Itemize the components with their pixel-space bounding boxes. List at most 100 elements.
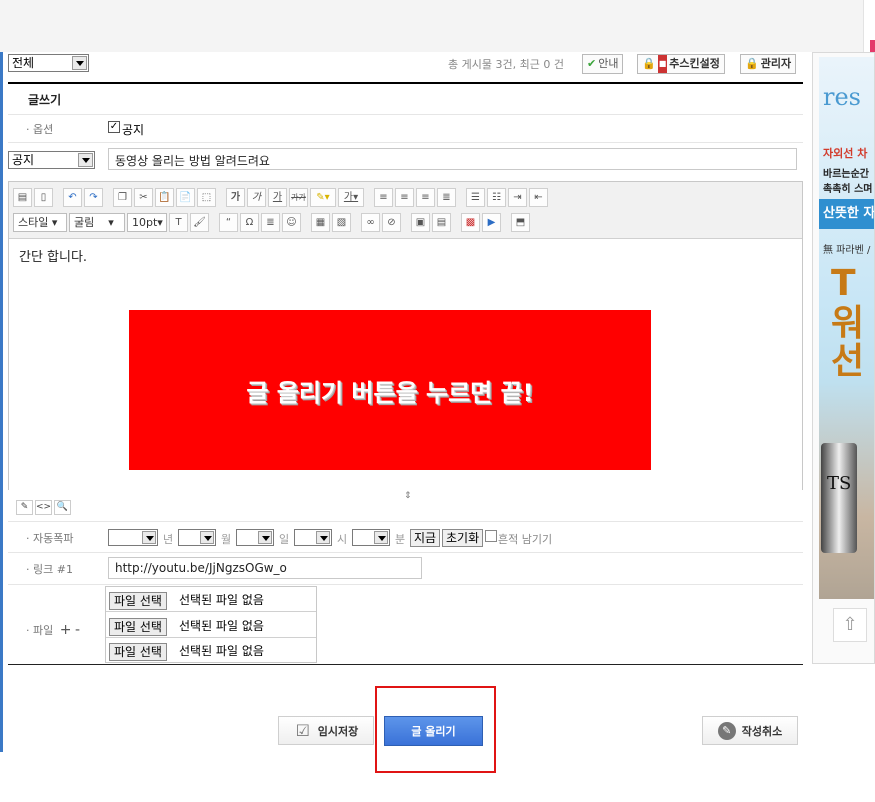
chevron-down-icon — [72, 56, 87, 70]
link-icon[interactable]: ∞ — [361, 212, 380, 232]
minute-unit: 분 — [395, 533, 406, 546]
unlink-icon[interactable]: ⊘ — [382, 212, 401, 232]
file-label-text: 파일 — [33, 624, 54, 637]
redo-icon[interactable]: ↷ — [84, 187, 103, 207]
align-left-icon[interactable]: ≡ — [374, 187, 393, 207]
table-icon[interactable]: ▦ — [311, 212, 330, 232]
choose-file-button[interactable]: 파일 선택 — [109, 643, 167, 661]
option-label: · 옵션 — [26, 123, 54, 136]
autopost-label: · 자동폭파 — [26, 532, 74, 545]
row-divider — [8, 552, 803, 553]
unordered-list-icon[interactable]: ☷ — [487, 187, 506, 207]
flash-icon[interactable]: ▩ — [461, 212, 480, 232]
edit-table-icon[interactable]: ▧ — [332, 212, 351, 232]
left-accent-bar — [0, 52, 3, 752]
select-all-icon[interactable]: ⬚ — [197, 187, 216, 207]
banner-text: 글 올리기 버튼을 누르면 끝! — [246, 378, 534, 407]
emoticon-icon[interactable]: ☺ — [282, 212, 301, 232]
side-advertisement[interactable]: res 자외선 차 바르는순간 촉촉히 스며 산뜻한 자 無 파라벤 / T 워… — [812, 52, 875, 664]
year-select[interactable] — [108, 529, 158, 546]
choose-file-button[interactable]: 파일 선택 — [109, 618, 167, 636]
format-painter-icon[interactable]: 🖌 — [190, 212, 209, 232]
ad-band: 산뜻한 자 — [819, 199, 874, 229]
file-row: 파일 선택 선택된 파일 없음 — [106, 638, 316, 663]
paste-icon[interactable]: 📋 — [155, 187, 174, 207]
print-icon[interactable]: ▤ — [13, 187, 32, 207]
trace-checkbox[interactable] — [485, 530, 497, 542]
style-dropdown[interactable]: 스타일 ▾ — [13, 212, 67, 232]
trace-label: 흔적 남기기 — [498, 533, 553, 546]
text-color-icon[interactable]: 가▾ — [338, 187, 364, 207]
font-dropdown-value: 굴림 — [74, 215, 95, 229]
now-button[interactable]: 지금 — [410, 529, 441, 547]
day-select[interactable] — [236, 529, 274, 546]
notice-checkbox-label: 공지 — [122, 123, 145, 137]
pencil-icon: ✎ — [717, 721, 736, 740]
ordered-list-icon[interactable]: ☰ — [466, 187, 485, 207]
skin-badge-icon: ■ — [657, 55, 668, 73]
quote-icon[interactable]: “ — [219, 212, 238, 232]
align-center-icon[interactable]: ≡ — [395, 187, 414, 207]
html-mode-icon[interactable]: <> — [35, 500, 52, 515]
preview-icon[interactable]: 🔍 — [54, 500, 71, 515]
form-bottom-divider — [8, 664, 803, 665]
align-justify-icon[interactable]: ≣ — [437, 187, 456, 207]
cut-icon[interactable]: ✂ — [134, 187, 153, 207]
admin-button[interactable]: 🔒 관리자 — [740, 54, 797, 74]
notice-checkbox[interactable]: ✓ — [108, 121, 120, 133]
italic-icon[interactable]: 가 — [247, 187, 266, 207]
paste-text-icon[interactable]: 📄 — [176, 187, 195, 207]
editor-body-text: 간단 합니다. — [19, 250, 88, 265]
reset-button[interactable]: 초기화 — [442, 529, 484, 547]
copy-icon[interactable]: ❐ — [113, 187, 132, 207]
row-divider — [8, 584, 803, 585]
temp-save-label: 임시저장 — [317, 724, 359, 738]
link-input[interactable]: http://youtu.be/JjNgzsOGw_o — [108, 557, 422, 579]
post-category-value: 공지 — [12, 153, 35, 167]
underline-icon[interactable]: 가 — [268, 187, 287, 207]
indent-icon[interactable]: ⇥ — [508, 187, 527, 207]
choose-file-button[interactable]: 파일 선택 — [109, 592, 167, 610]
style-dropdown-value: 스타일 — [18, 215, 49, 229]
font-size-dropdown[interactable]: 10pt▾ — [127, 212, 167, 232]
outdent-icon[interactable]: ⇤ — [529, 187, 548, 207]
align-right-icon[interactable]: ≡ — [416, 187, 435, 207]
new-document-icon[interactable]: ▯ — [34, 187, 53, 207]
wysiwyg-mode-icon[interactable]: ✎ — [16, 500, 33, 515]
minute-select[interactable] — [352, 529, 390, 546]
temp-save-button[interactable]: ☑ 임시저장 — [278, 716, 374, 745]
month-select[interactable] — [178, 529, 216, 546]
link-label: · 링크 #1 — [26, 563, 73, 576]
post-category-select[interactable]: 공지 — [8, 151, 95, 169]
horizontal-rule-icon[interactable]: ≣ — [261, 212, 280, 232]
guide-button[interactable]: ✔ 안내 — [582, 54, 624, 74]
font-dropdown[interactable]: 굴림 ▾ — [69, 212, 125, 232]
bold-icon[interactable]: 가 — [226, 187, 245, 207]
play-icon[interactable]: ▶ — [482, 212, 501, 232]
header-divider — [8, 82, 803, 84]
cancel-button[interactable]: ✎ 작성취소 — [702, 716, 798, 745]
page-break-icon[interactable]: ⬒ — [511, 212, 530, 232]
media-icon[interactable]: ▤ — [432, 212, 451, 232]
special-char-icon[interactable]: Ω — [240, 212, 259, 232]
scroll-top-icon[interactable]: ⇧ — [833, 608, 867, 642]
chevron-down-icon — [78, 153, 93, 167]
highlight-color-icon[interactable]: ✎▾ — [310, 187, 336, 207]
subject-input[interactable]: 동영상 올리는 방법 알려드려요 — [108, 148, 797, 170]
format-clear-icon[interactable]: T — [169, 212, 188, 232]
resize-handle-icon[interactable]: ⇕ — [404, 491, 412, 501]
hour-select[interactable] — [294, 529, 332, 546]
editor-canvas[interactable]: 간단 합니다. 글 올리기 버튼을 누르면 끝! ⇕ — [9, 238, 802, 501]
undo-icon[interactable]: ↶ — [63, 187, 82, 207]
image-icon[interactable]: ▣ — [411, 212, 430, 232]
ad-copy-2: 촉촉히 스며 — [823, 184, 873, 195]
strikethrough-icon[interactable]: 가가 — [289, 187, 308, 207]
file-status: 선택된 파일 없음 — [179, 593, 264, 607]
remove-file-button[interactable]: - — [75, 622, 80, 638]
category-filter-select[interactable]: 전체 — [8, 54, 89, 72]
skin-settings-button[interactable]: 🔒 ■ 추스킨설정 — [637, 54, 725, 74]
ad-copy-1: 바르는순간 — [823, 169, 869, 180]
add-file-button[interactable]: + — [60, 622, 72, 638]
hour-unit: 시 — [337, 533, 348, 546]
admin-label: 관리자 — [760, 57, 792, 70]
